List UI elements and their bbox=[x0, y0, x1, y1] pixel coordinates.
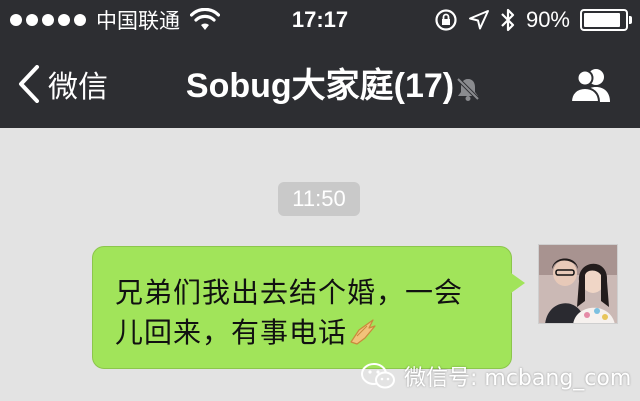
chat-area[interactable]: 11:50 兄弟们我出去结个婚，一会儿回来，有事电话 微信号: mcbang_c… bbox=[0, 128, 640, 401]
nav-bar: 微信 Sobug大家庭(17) bbox=[0, 40, 640, 128]
status-right: 90% bbox=[434, 6, 632, 34]
chat-title: Sobug大家庭(17) bbox=[185, 67, 455, 105]
message-bubble[interactable]: 兄弟们我出去结个婚，一会儿回来，有事电话 bbox=[92, 246, 525, 369]
watermark-text: 微信号: mcbang_com bbox=[404, 366, 632, 391]
battery-percent: 90% bbox=[525, 7, 570, 32]
message-body: 兄弟们我出去结个婚，一会儿回来，有事电话 bbox=[115, 276, 464, 349]
watermark: 微信号: mcbang_com bbox=[360, 360, 631, 392]
hand-emoji-icon bbox=[350, 319, 376, 345]
members-icon[interactable] bbox=[568, 66, 614, 104]
battery-icon bbox=[580, 9, 632, 31]
lock-rotation-icon bbox=[435, 9, 457, 31]
wechat-logo-icon bbox=[361, 363, 395, 389]
avatar[interactable] bbox=[538, 244, 618, 324]
message-text: 兄弟们我出去结个婚，一会儿回来，有事电话 bbox=[115, 273, 491, 353]
message-timestamp: 11:50 bbox=[278, 182, 360, 216]
battery-fill bbox=[584, 13, 620, 27]
avatar-photo bbox=[539, 245, 617, 323]
status-bar: 中国联通 17:17 90% bbox=[0, 0, 640, 40]
mute-bell-icon bbox=[456, 77, 480, 101]
location-icon bbox=[468, 10, 489, 30]
bluetooth-icon bbox=[501, 8, 515, 32]
nav-title-wrap: Sobug大家庭(17) bbox=[0, 66, 640, 106]
